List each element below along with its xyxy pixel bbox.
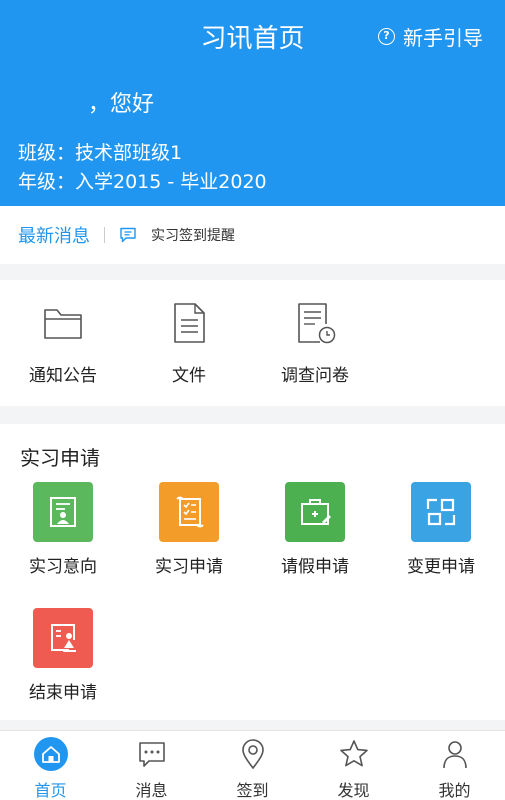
home-header: 习讯首页 ? 新手引导 ，您好 班级：技术部班级1 年级：入学2015 - 毕业… bbox=[0, 0, 505, 206]
quick-link-label: 调查问卷 bbox=[281, 366, 349, 386]
change-icon bbox=[411, 482, 471, 542]
star-icon bbox=[339, 740, 368, 767]
tab-messages[interactable]: 消息 bbox=[101, 731, 202, 800]
tab-label: 首页 bbox=[34, 781, 67, 800]
tab-label: 我的 bbox=[438, 781, 471, 800]
message-icon bbox=[138, 742, 165, 767]
user-icon bbox=[442, 741, 467, 769]
section-title: 实习申请 bbox=[20, 446, 100, 470]
help-icon: ? bbox=[378, 28, 395, 45]
grade-info: 年级：入学2015 - 毕业2020 bbox=[18, 171, 267, 193]
quick-link-file[interactable]: 文件 bbox=[126, 300, 252, 386]
quick-link-survey[interactable]: 调查问卷 bbox=[252, 300, 378, 386]
quick-link-label: 通知公告 bbox=[29, 366, 97, 386]
news-bar[interactable]: 最新消息 实习签到提醒 bbox=[0, 206, 505, 264]
tab-label: 消息 bbox=[135, 781, 168, 800]
class-info: 班级：技术部班级1 bbox=[18, 142, 183, 164]
quick-link-label: 文件 bbox=[172, 366, 206, 386]
home-icon bbox=[33, 737, 68, 771]
tab-label: 发现 bbox=[337, 781, 370, 800]
guide-label: 新手引导 bbox=[403, 26, 483, 50]
folder-icon bbox=[44, 309, 82, 339]
tab-home[interactable]: 首页 bbox=[0, 731, 101, 800]
apply-intention[interactable]: 实习意向 bbox=[0, 482, 126, 577]
chat-bubble-icon bbox=[120, 227, 136, 243]
intention-icon bbox=[33, 482, 93, 542]
news-message[interactable]: 实习签到提醒 bbox=[151, 225, 235, 245]
news-divider bbox=[104, 227, 105, 243]
scroll-icon bbox=[159, 482, 219, 542]
end-icon bbox=[33, 608, 93, 668]
apply-label: 结束申请 bbox=[29, 683, 97, 703]
apply-label: 请假申请 bbox=[281, 557, 349, 577]
bottom-tab-bar: 首页 消息 签到 发现 我的 bbox=[0, 730, 505, 800]
apply-change[interactable]: 变更申请 bbox=[378, 482, 504, 577]
greeting-text: ，您好 bbox=[88, 92, 155, 117]
tab-profile[interactable]: 我的 bbox=[404, 731, 505, 800]
tab-discover[interactable]: 发现 bbox=[303, 731, 404, 800]
survey-icon bbox=[298, 303, 336, 344]
apply-label: 变更申请 bbox=[407, 557, 475, 577]
quick-links-panel: 通知公告 文件 调查问卷 bbox=[0, 280, 505, 406]
tab-checkin[interactable]: 签到 bbox=[202, 731, 303, 800]
apply-label: 实习意向 bbox=[29, 557, 97, 577]
apply-leave[interactable]: 请假申请 bbox=[252, 482, 378, 577]
quick-link-notice[interactable]: 通知公告 bbox=[0, 300, 126, 386]
document-icon bbox=[174, 303, 205, 343]
tab-label: 签到 bbox=[236, 781, 269, 800]
internship-application-panel: 实习申请 实习意向 实习申请 请假申请 变更申请 结束申请 bbox=[0, 424, 505, 720]
apply-internship[interactable]: 实习申请 bbox=[126, 482, 252, 577]
medical-kit-icon bbox=[285, 482, 345, 542]
apply-end[interactable]: 结束申请 bbox=[0, 608, 126, 703]
guide-button[interactable]: ? 新手引导 bbox=[378, 22, 483, 51]
location-icon bbox=[241, 739, 264, 770]
news-title: 最新消息 bbox=[18, 226, 90, 247]
apply-label: 实习申请 bbox=[155, 557, 223, 577]
